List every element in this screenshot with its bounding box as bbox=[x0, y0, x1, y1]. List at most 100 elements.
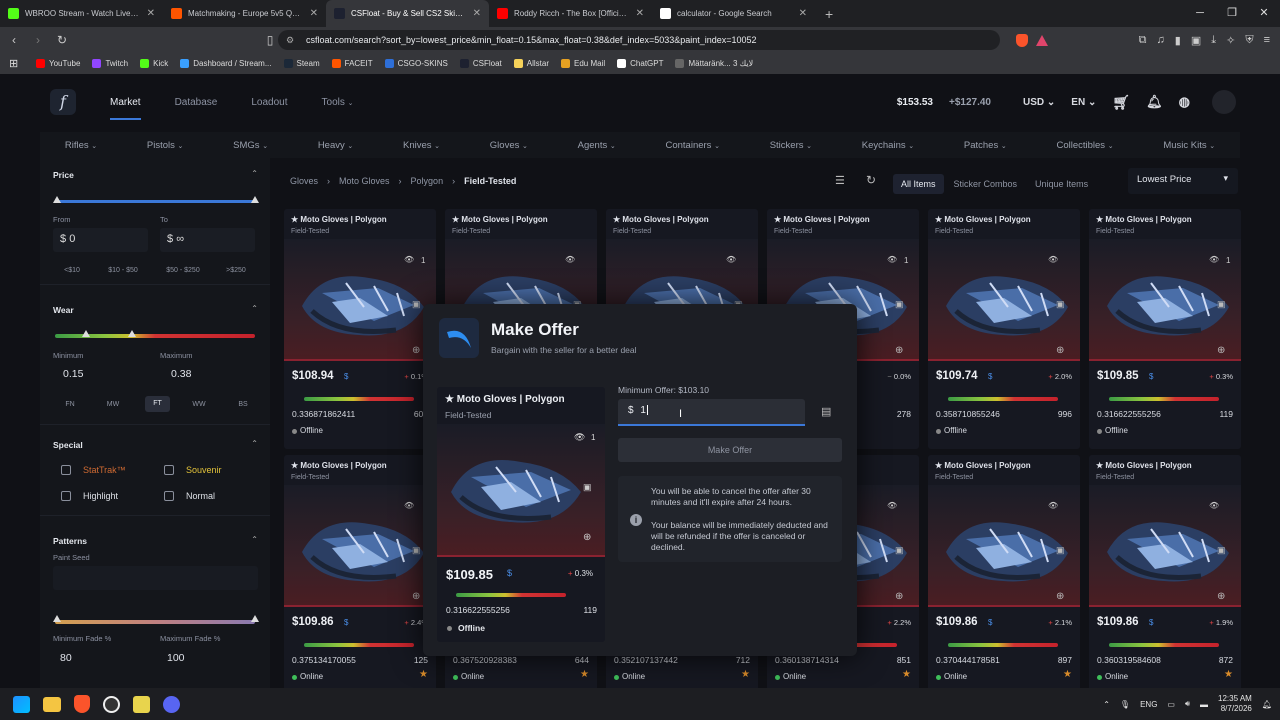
inspect-icon[interactable]: ▣ bbox=[583, 482, 592, 493]
wear-slider-min-handle[interactable] bbox=[82, 330, 90, 337]
offer-amount-input[interactable]: $ 1 bbox=[618, 399, 805, 426]
make-offer-button[interactable]: Make Offer bbox=[618, 438, 842, 462]
browser-tab[interactable]: Roddy Ricch - The Box [Official A ✕ bbox=[489, 0, 652, 27]
tab-unique-items[interactable]: Unique Items bbox=[1035, 179, 1088, 189]
download-icon[interactable]: ⤓ bbox=[1211, 34, 1216, 47]
price-slider-max-handle[interactable] bbox=[251, 196, 259, 203]
tray-overflow-icon[interactable]: ⌃ bbox=[1103, 700, 1110, 709]
category-collectibles[interactable]: Collectibles ⌄ bbox=[1056, 140, 1113, 151]
microphone-icon[interactable]: 🎙︎ bbox=[1120, 700, 1130, 709]
battery-icon[interactable]: ▬ bbox=[1200, 700, 1208, 709]
fade-slider-min-handle[interactable] bbox=[53, 615, 61, 622]
apps-icon[interactable]: ⊞ bbox=[9, 57, 18, 70]
collapse-special-icon[interactable]: ⌃ bbox=[251, 439, 258, 448]
reload-icon[interactable]: ↻ bbox=[52, 33, 72, 47]
browser-tab[interactable]: CSFloat - Buy & Sell CS2 Skins or ✕ bbox=[326, 0, 489, 27]
browser-tab[interactable]: Matchmaking - Europe 5v5 Queue - ✕ bbox=[163, 0, 326, 27]
windows-start-icon[interactable] bbox=[13, 695, 30, 713]
volume-icon[interactable]: 🔊︎ bbox=[1185, 699, 1190, 709]
minimize-icon[interactable]: ─ bbox=[1184, 0, 1216, 27]
palette-icon[interactable]: ◍ bbox=[1179, 94, 1190, 110]
wear-max-input[interactable]: 0.38 bbox=[171, 368, 191, 380]
breadcrumb-polygon[interactable]: Polygon bbox=[411, 176, 444, 186]
tray-language[interactable]: ENG bbox=[1140, 700, 1157, 709]
souvenir-checkbox[interactable] bbox=[164, 465, 174, 475]
close-icon[interactable]: ✕ bbox=[1248, 0, 1280, 27]
fade-slider-max-handle[interactable] bbox=[251, 615, 259, 622]
currency-select[interactable]: USD ⌄ bbox=[1023, 97, 1055, 108]
category-knives[interactable]: Knives ⌄ bbox=[403, 140, 440, 151]
brave-rewards-icon[interactable] bbox=[1036, 34, 1048, 46]
wear-option-ww[interactable]: WW bbox=[189, 401, 209, 408]
close-tab-icon[interactable]: ✕ bbox=[310, 8, 318, 19]
display-icon[interactable]: ▭ bbox=[1167, 700, 1175, 709]
wear-option-ft[interactable]: FT bbox=[145, 396, 170, 412]
filter-toggle-icon[interactable]: ☰ bbox=[835, 174, 845, 187]
site-info-icon[interactable]: ⚙ bbox=[286, 35, 294, 46]
wear-slider-max-handle[interactable] bbox=[128, 330, 136, 337]
browser-tab[interactable]: calculator - Google Search ✕ bbox=[652, 0, 815, 27]
star-icon[interactable]: ★ bbox=[580, 669, 589, 680]
zoom-icon[interactable]: ⊕ bbox=[1217, 591, 1225, 602]
price-slider-min-handle[interactable] bbox=[53, 196, 61, 203]
star-icon[interactable]: ★ bbox=[1224, 669, 1233, 680]
normal-checkbox[interactable] bbox=[164, 491, 174, 501]
new-tab-button[interactable]: + bbox=[825, 6, 833, 22]
obs-icon[interactable] bbox=[103, 695, 120, 713]
zoom-icon[interactable]: ⊕ bbox=[1056, 345, 1064, 356]
listing-card[interactable]: ★ Moto Gloves | Polygon Field-Tested 👁︎ … bbox=[284, 209, 436, 449]
min-fade-input[interactable]: 80 bbox=[60, 652, 72, 664]
notifications-icon[interactable]: 🔔︎ bbox=[1262, 700, 1272, 709]
clock[interactable]: 12:35 AM 8/7/2026 bbox=[1218, 694, 1252, 714]
category-stickers[interactable]: Stickers ⌄ bbox=[770, 140, 812, 151]
bookmark-item[interactable]: Dashboard / Stream... bbox=[180, 59, 272, 68]
restore-icon[interactable]: ❐ bbox=[1216, 0, 1248, 27]
zoom-icon[interactable]: ⊕ bbox=[895, 345, 903, 356]
category-smgs[interactable]: SMGs ⌄ bbox=[233, 140, 268, 151]
forward-icon[interactable]: › bbox=[28, 33, 48, 47]
highlight-checkbox[interactable] bbox=[61, 491, 71, 501]
bookmark-item[interactable]: Steam bbox=[283, 59, 320, 68]
message-icon[interactable]: ▤ bbox=[821, 405, 831, 418]
category-gloves[interactable]: Gloves ⌄ bbox=[490, 140, 528, 151]
star-icon[interactable]: ★ bbox=[1063, 669, 1072, 680]
price-preset-50-250[interactable]: $50 - $250 bbox=[160, 267, 206, 274]
price-preset-over-250[interactable]: >$250 bbox=[217, 267, 255, 274]
bookmark-item[interactable]: YouTube bbox=[36, 59, 80, 68]
bookmark-item[interactable]: CSFloat bbox=[459, 59, 502, 68]
listing-card[interactable]: ★ Moto Gloves | Polygon Field-Tested 👁︎ … bbox=[1089, 455, 1241, 695]
back-icon[interactable]: ‹ bbox=[4, 33, 24, 47]
zoom-icon[interactable]: ⊕ bbox=[412, 345, 420, 356]
bookmark-item[interactable]: Edu Mail bbox=[561, 59, 605, 68]
zoom-icon[interactable]: ⊕ bbox=[1056, 591, 1064, 602]
menu-icon[interactable]: ≡ bbox=[1264, 34, 1270, 47]
bookmark-item[interactable]: ChatGPT bbox=[617, 59, 663, 68]
avatar[interactable] bbox=[1212, 90, 1236, 114]
category-agents[interactable]: Agents ⌄ bbox=[578, 140, 616, 151]
category-containers[interactable]: Containers ⌄ bbox=[665, 140, 719, 151]
nav-database[interactable]: Database bbox=[175, 97, 218, 108]
tab-sticker-combos[interactable]: Sticker Combos bbox=[954, 179, 1018, 189]
zoom-icon[interactable]: ⊕ bbox=[412, 591, 420, 602]
paint-seed-input[interactable] bbox=[53, 566, 258, 590]
star-icon[interactable]: ★ bbox=[902, 669, 911, 680]
inspect-icon[interactable]: ▣ bbox=[412, 545, 421, 556]
bell-icon[interactable]: 🔔︎ bbox=[1146, 94, 1163, 110]
browser-tab[interactable]: WBROO Stream - Watch Live on ... ✕ bbox=[0, 0, 163, 27]
inspect-icon[interactable]: ▣ bbox=[1056, 545, 1065, 556]
brave-shield-icon[interactable] bbox=[1016, 33, 1028, 47]
inspect-icon[interactable]: ▣ bbox=[895, 299, 904, 310]
wear-option-bs[interactable]: BS bbox=[233, 401, 253, 408]
brave-browser-icon[interactable] bbox=[74, 695, 90, 713]
nav-market[interactable]: Market bbox=[110, 97, 141, 120]
sidebar-icon[interactable]: ▮ bbox=[1175, 34, 1181, 47]
wear-option-fn[interactable]: FN bbox=[60, 401, 80, 408]
bookmark-item[interactable]: Kick bbox=[140, 59, 168, 68]
sort-select[interactable]: Lowest Price ▾ bbox=[1128, 168, 1238, 194]
collapse-patterns-icon[interactable]: ⌃ bbox=[251, 535, 258, 544]
refresh-icon[interactable]: ↻ bbox=[866, 173, 876, 187]
category-heavy[interactable]: Heavy ⌄ bbox=[318, 140, 353, 151]
category-music-kits[interactable]: Music Kits ⌄ bbox=[1163, 140, 1215, 151]
collapse-wear-icon[interactable]: ⌃ bbox=[251, 304, 258, 313]
wear-min-input[interactable]: 0.15 bbox=[63, 368, 83, 380]
